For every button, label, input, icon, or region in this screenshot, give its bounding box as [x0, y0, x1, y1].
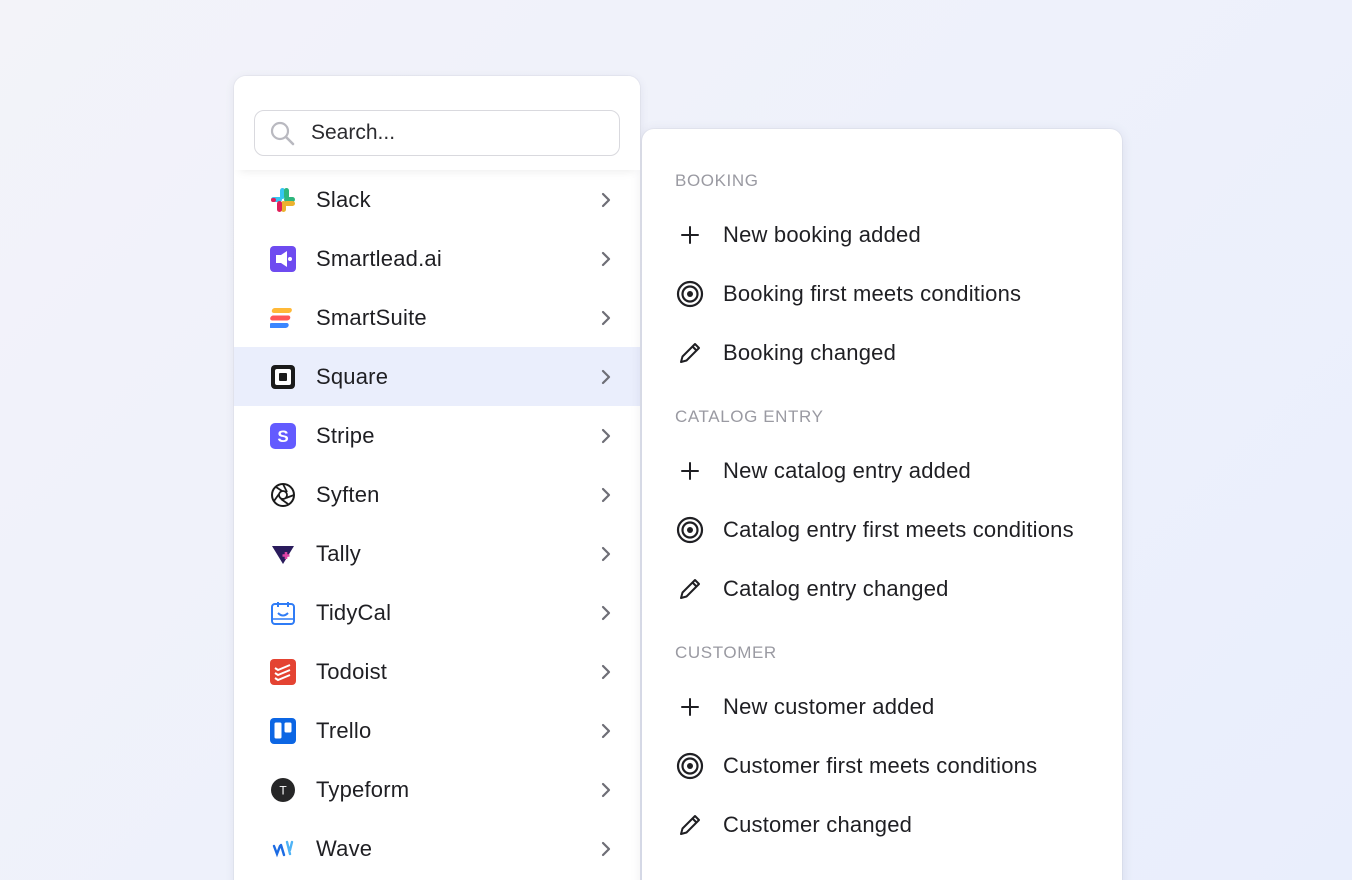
trigger-item[interactable]: Booking changed	[642, 323, 1122, 382]
app-name: Stripe	[316, 422, 375, 448]
chevron-right-icon	[598, 426, 614, 446]
app-name: TidyCal	[316, 599, 392, 625]
app-item-tidycal[interactable]: TidyCal	[234, 583, 640, 642]
syften-icon	[270, 482, 296, 508]
typeform-icon: T	[270, 777, 296, 803]
trigger-item[interactable]: New customer added	[642, 677, 1122, 736]
app-name: Todoist	[316, 658, 388, 684]
app-picker-panel: Slack Smartlead.ai SmartSuite Square S Stripe…	[234, 76, 640, 880]
app-name: Typeform	[316, 776, 410, 802]
target-icon	[676, 280, 704, 308]
app-name: Syften	[316, 481, 380, 507]
tally-icon	[270, 541, 296, 567]
search-icon	[269, 120, 295, 146]
trigger-label: Booking changed	[723, 339, 897, 365]
search-header	[234, 76, 640, 170]
trigger-group: BOOKING New booking added Booking first me…	[642, 129, 1122, 382]
trigger-label: New booking added	[723, 221, 921, 247]
trigger-group: INVOICE	[642, 854, 1122, 880]
group-title: CATALOG ENTRY	[675, 407, 824, 426]
app-item-smartlead-ai[interactable]: Smartlead.ai	[234, 229, 640, 288]
target-icon	[676, 752, 704, 780]
chevron-right-icon	[598, 485, 614, 505]
app-name: Smartlead.ai	[316, 245, 442, 271]
todoist-icon	[270, 658, 296, 685]
pencil-icon	[676, 575, 704, 603]
trigger-panel: BOOKING New booking added Booking first me…	[642, 129, 1122, 880]
svg-text:T: T	[279, 783, 287, 797]
trigger-group: CUSTOMER New customer added Customer first…	[642, 618, 1122, 854]
app-name: SmartSuite	[316, 304, 427, 330]
chevron-right-icon	[598, 544, 614, 564]
trigger-item[interactable]: Customer first meets conditions	[642, 736, 1122, 795]
plus-icon	[676, 457, 704, 485]
trigger-item[interactable]: New catalog entry added	[642, 441, 1122, 500]
stripe-icon: S	[270, 422, 296, 449]
slack-icon	[270, 187, 296, 213]
group-title: BOOKING	[675, 171, 759, 190]
search-box[interactable]	[254, 110, 620, 156]
trigger-label: New catalog entry added	[723, 457, 971, 483]
trigger-label: Catalog entry first meets conditions	[723, 516, 1074, 542]
app-item-slack[interactable]: Slack	[234, 170, 640, 229]
app-item-tally[interactable]: Tally	[234, 524, 640, 583]
trigger-item[interactable]: Booking first meets conditions	[642, 264, 1122, 323]
group-title: CUSTOMER	[675, 643, 777, 662]
chevron-right-icon	[598, 780, 614, 800]
chevron-right-icon	[598, 839, 614, 859]
search-input[interactable]	[311, 121, 591, 145]
chevron-right-icon	[598, 662, 614, 682]
chevron-right-icon	[598, 367, 614, 387]
app-item-smartsuite[interactable]: SmartSuite	[234, 288, 640, 347]
app-item-trello[interactable]: Trello	[234, 701, 640, 760]
trigger-label: Catalog entry changed	[723, 575, 949, 601]
chevron-right-icon	[598, 190, 614, 210]
trigger-list: New customer added Customer first meets c…	[642, 663, 1122, 854]
trigger-item[interactable]: Catalog entry first meets conditions	[642, 500, 1122, 559]
trigger-label: Booking first meets conditions	[723, 280, 1022, 306]
trigger-list: New booking added Booking first meets con…	[642, 191, 1122, 382]
trigger-list: New catalog entry added Catalog entry fir…	[642, 427, 1122, 618]
app-item-square[interactable]: Square	[234, 347, 640, 406]
app-item-stripe[interactable]: S Stripe	[234, 406, 640, 465]
app-item-typeform[interactable]: T Typeform	[234, 760, 640, 819]
smartlead-icon	[270, 245, 296, 272]
trigger-label: Customer first meets conditions	[723, 752, 1038, 778]
app-name: Slack	[316, 186, 371, 212]
svg-text:S: S	[277, 427, 288, 446]
trigger-groups: BOOKING New booking added Booking first me…	[642, 129, 1122, 880]
canvas: Slack Smartlead.ai SmartSuite Square S Stripe…	[0, 0, 1352, 880]
plus-icon	[676, 693, 704, 721]
chevron-right-icon	[598, 721, 614, 741]
chevron-right-icon	[598, 249, 614, 269]
chevron-right-icon	[598, 308, 614, 328]
chevron-right-icon	[598, 603, 614, 623]
tidycal-icon	[270, 600, 296, 626]
target-icon	[676, 516, 704, 544]
pencil-icon	[676, 339, 704, 367]
trigger-label: Customer changed	[723, 811, 913, 837]
smartsuite-icon	[270, 305, 296, 331]
app-item-wave[interactable]: Wave	[234, 819, 640, 878]
app-name: Square	[316, 363, 389, 389]
app-item-syften[interactable]: Syften	[234, 465, 640, 524]
wave-icon	[270, 836, 296, 862]
app-name: Trello	[316, 717, 372, 743]
pencil-icon	[676, 811, 704, 839]
trigger-label: New customer added	[723, 693, 935, 719]
trigger-item[interactable]: Catalog entry changed	[642, 559, 1122, 618]
trigger-item[interactable]: Customer changed	[642, 795, 1122, 854]
app-list: Slack Smartlead.ai SmartSuite Square S Stripe…	[234, 170, 640, 878]
plus-icon	[676, 221, 704, 249]
app-name: Wave	[316, 835, 373, 861]
app-item-todoist[interactable]: Todoist	[234, 642, 640, 701]
trigger-group: CATALOG ENTRY New catalog entry added Cata…	[642, 382, 1122, 618]
trello-icon	[270, 717, 296, 744]
app-name: Tally	[316, 540, 362, 566]
square-icon	[270, 364, 296, 390]
trigger-item[interactable]: New booking added	[642, 205, 1122, 264]
